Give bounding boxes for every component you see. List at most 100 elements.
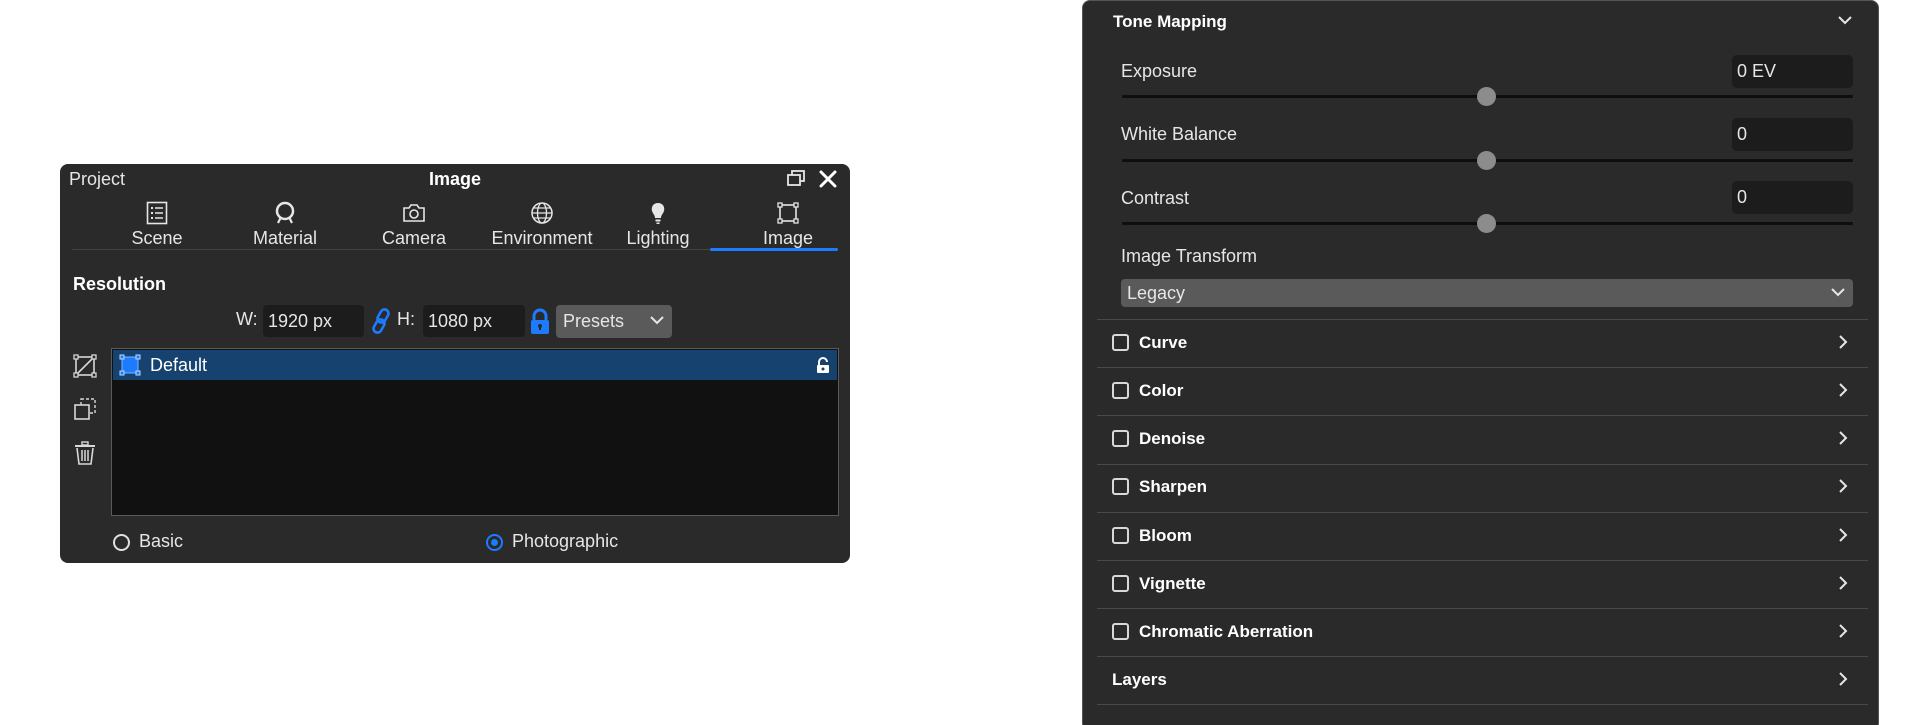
bloom-checkbox[interactable]: [1112, 527, 1129, 544]
image-transform-dropdown[interactable]: Legacy: [1121, 279, 1853, 307]
resolution-title: Resolution: [73, 274, 166, 294]
list-icon: [146, 201, 168, 225]
section-chromatic-aberration[interactable]: Chromatic Aberration: [1097, 609, 1868, 657]
tab-image[interactable]: Image: [738, 200, 838, 248]
chevron-right-icon: [1839, 479, 1848, 493]
material-ball-icon: [275, 201, 295, 224]
trash-icon: [75, 441, 95, 465]
frame-add-icon: [73, 354, 97, 378]
section-sharpen-label: Sharpen: [1139, 477, 1208, 496]
section-color-label: Color: [1139, 381, 1184, 400]
exposure-label: Exposure: [1121, 61, 1198, 81]
section-chromatic-aberration-label: Chromatic Aberration: [1139, 622, 1314, 641]
chevron-right-icon: [1839, 672, 1848, 686]
project-label[interactable]: Project: [69, 169, 125, 190]
section-bloom-label: Bloom: [1139, 526, 1192, 545]
duplicate-resolution-button[interactable]: [72, 396, 98, 422]
white-balance-label: White Balance: [1121, 124, 1238, 144]
section-vignette[interactable]: Vignette: [1097, 561, 1868, 609]
chevron-down-icon[interactable]: [1838, 15, 1852, 25]
width-label: W:: [236, 309, 258, 329]
color-checkbox[interactable]: [1112, 382, 1129, 399]
section-color[interactable]: Color: [1097, 368, 1868, 416]
height-label: H:: [397, 309, 415, 329]
section-sharpen[interactable]: Sharpen: [1097, 464, 1868, 512]
image-transform-value: Legacy: [1127, 283, 1186, 303]
tab-camera-label: Camera: [381, 228, 447, 248]
close-window-button[interactable]: [815, 166, 841, 192]
section-bloom[interactable]: Bloom: [1097, 513, 1868, 561]
active-tab-indicator: [710, 248, 838, 251]
white-balance-slider-thumb[interactable]: [1477, 151, 1496, 170]
section-layers-label: Layers: [1112, 670, 1167, 689]
add-resolution-button[interactable]: [72, 353, 98, 379]
chevron-down-icon: [650, 316, 664, 325]
chevron-right-icon: [1839, 383, 1848, 397]
radio-off-icon: [113, 534, 130, 551]
globe-icon: [531, 202, 553, 224]
tab-environment[interactable]: Environment: [467, 200, 617, 248]
denoise-checkbox[interactable]: [1112, 430, 1129, 447]
tone-mapping-title[interactable]: Tone Mapping: [1113, 12, 1227, 32]
width-input[interactable]: [263, 305, 364, 337]
tab-scene-label: Scene: [131, 228, 183, 248]
bulb-icon: [651, 203, 665, 224]
presets-dropdown[interactable]: Presets: [556, 305, 672, 338]
tab-lighting[interactable]: Lighting: [608, 200, 708, 248]
image-transform-label: Image Transform: [1121, 246, 1258, 266]
chevron-right-icon: [1839, 528, 1848, 542]
section-denoise-label: Denoise: [1139, 429, 1206, 448]
resolution-list: Default: [111, 348, 839, 516]
frame-icon: [777, 202, 799, 224]
section-curve-label: Curve: [1139, 333, 1188, 352]
height-input[interactable]: [423, 305, 525, 337]
mode-basic-label: Basic: [139, 531, 184, 551]
chromatic-aberration-checkbox[interactable]: [1112, 623, 1129, 640]
white-balance-input[interactable]: [1732, 118, 1853, 151]
sharpen-checkbox[interactable]: [1112, 478, 1129, 495]
chevron-right-icon: [1839, 431, 1848, 445]
camera-icon: [403, 204, 425, 222]
tab-material-label: Material: [252, 228, 318, 248]
contrast-input[interactable]: [1732, 181, 1853, 214]
vignette-checkbox[interactable]: [1112, 575, 1129, 592]
tab-camera[interactable]: Camera: [364, 200, 464, 248]
chevron-right-icon: [1839, 576, 1848, 590]
restore-window-button[interactable]: [783, 166, 809, 192]
link-icon: [372, 308, 390, 334]
lock-resolution-button[interactable]: [528, 308, 552, 336]
chevron-right-icon: [1839, 335, 1848, 349]
radio-on-icon: [486, 534, 503, 551]
frame-icon: [119, 354, 141, 376]
contrast-slider-thumb[interactable]: [1477, 214, 1496, 233]
presets-label: Presets: [563, 311, 625, 331]
tab-scene[interactable]: Scene: [117, 200, 197, 248]
list-item[interactable]: Default: [113, 350, 837, 380]
tab-environment-label: Environment: [491, 228, 593, 248]
tab-lighting-label: Lighting: [626, 228, 690, 248]
exposure-input[interactable]: [1732, 55, 1853, 88]
image-window: Project Image Scene Material Camera Envi…: [60, 164, 850, 563]
section-divider: [1097, 704, 1868, 705]
exposure-slider-thumb[interactable]: [1477, 87, 1496, 106]
close-icon: [819, 170, 837, 188]
post-effects-panel: Tone Mapping Exposure White Balance Cont…: [1082, 0, 1879, 725]
unlock-icon[interactable]: [815, 357, 831, 374]
duplicate-icon: [74, 398, 96, 420]
window-title: Image: [428, 169, 482, 189]
tab-material[interactable]: Material: [235, 200, 335, 248]
link-aspect-button[interactable]: [369, 307, 393, 335]
tab-bar: Scene Material Camera Environment Lighti…: [72, 200, 837, 248]
chevron-down-icon: [1831, 288, 1845, 297]
tab-image-label: Image: [762, 228, 814, 248]
section-denoise[interactable]: Denoise: [1097, 416, 1868, 464]
restore-icon: [787, 170, 805, 186]
list-item-label: Default: [150, 355, 208, 375]
section-curve[interactable]: Curve: [1097, 320, 1868, 368]
section-layers[interactable]: Layers: [1097, 657, 1868, 705]
mode-photographic-label: Photographic: [512, 531, 619, 551]
lock-icon: [531, 308, 549, 334]
contrast-label: Contrast: [1121, 188, 1190, 208]
delete-resolution-button[interactable]: [72, 440, 98, 466]
curve-checkbox[interactable]: [1112, 334, 1129, 351]
